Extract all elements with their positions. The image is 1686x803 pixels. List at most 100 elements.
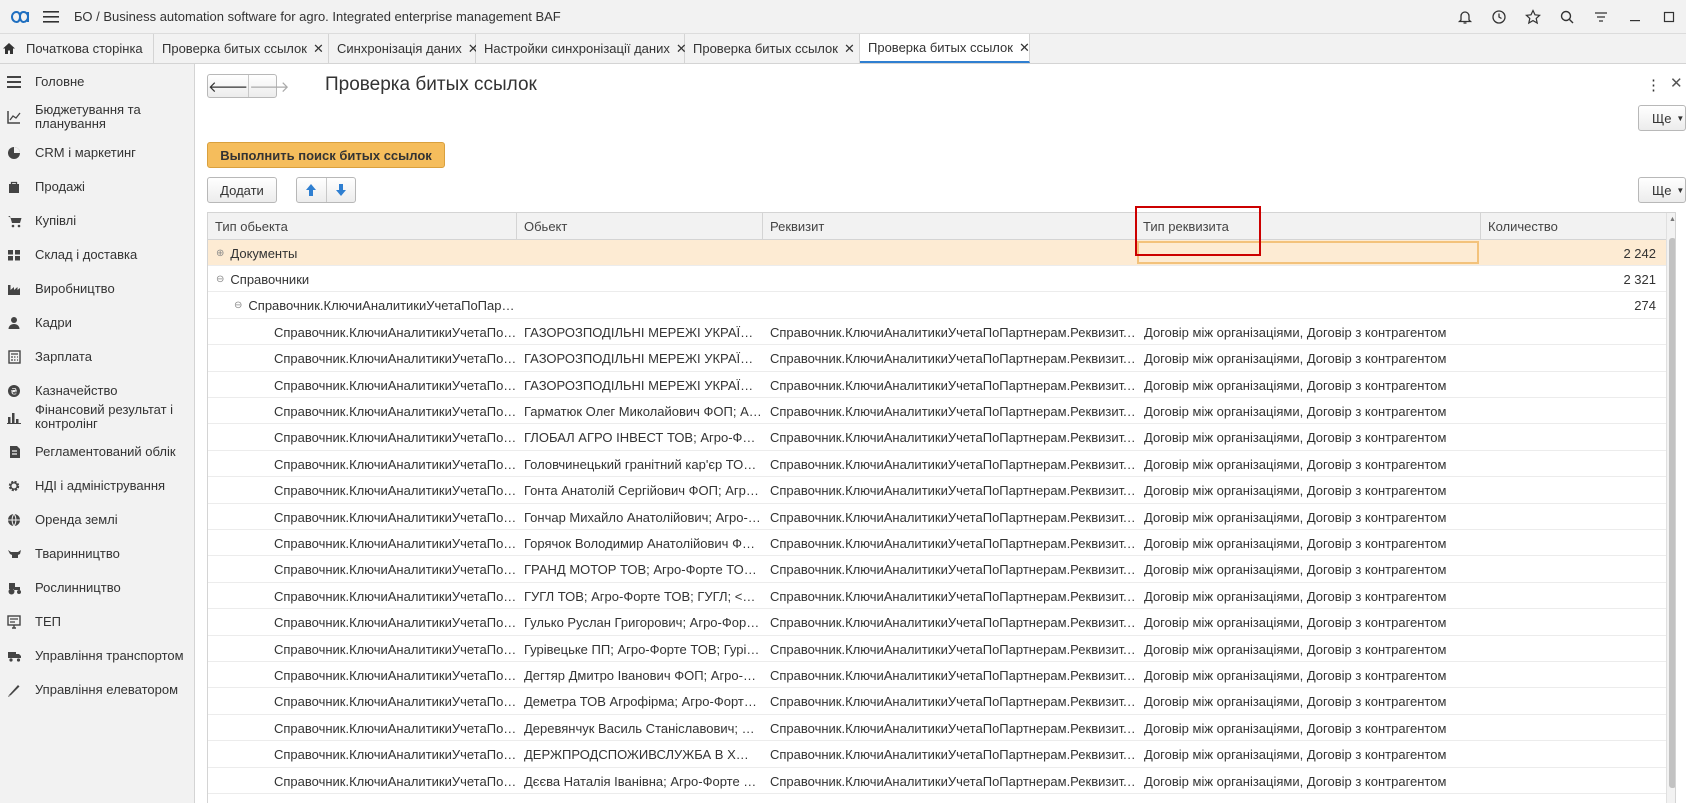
- tab-broken-links-active[interactable]: Проверка битых ссылок ✕: [860, 34, 1030, 63]
- table-row[interactable]: Справочник.КлючиАналитикиУчетаПо… Деметра…: [208, 689, 1666, 715]
- factory-icon: [0, 282, 28, 296]
- table-row[interactable]: Справочник.КлючиАналитикиУчетаПо… Гурівец…: [208, 636, 1666, 662]
- count-cell: 2 242: [1623, 245, 1656, 261]
- tab-broken-links-2[interactable]: Проверка битых ссылок ✕: [685, 34, 860, 63]
- bell-icon[interactable]: [1448, 0, 1482, 34]
- tab-data-sync[interactable]: Синхронізація даних ✕: [329, 34, 479, 63]
- sidebar-item-tep[interactable]: ТЕП: [0, 609, 195, 635]
- run-search-button[interactable]: Выполнить поиск битых ссылок: [207, 142, 445, 168]
- table-row[interactable]: Справочник.КлючиАналитикиУчетаПо… Гончар …: [208, 504, 1666, 530]
- more-label: Ще: [1652, 110, 1672, 126]
- caret-down-icon: ▼: [1676, 185, 1685, 195]
- collapse-icon[interactable]: ⊖: [216, 274, 224, 285]
- sidebar-item-warehouse[interactable]: Склад і доставка: [0, 242, 195, 268]
- sidebar-item-budgeting[interactable]: Бюджетування та планування: [0, 100, 195, 134]
- collapse-icon[interactable]: ⊖: [234, 300, 242, 311]
- tab-broken-links-1[interactable]: Проверка битых ссылок ✕: [154, 34, 329, 63]
- sidebar-item-sales[interactable]: Продажі: [0, 174, 195, 200]
- sidebar-item-main[interactable]: Головне: [0, 69, 195, 95]
- forward-arrow-icon[interactable]: 🡒: [249, 75, 289, 97]
- table-row[interactable]: Справочник.КлючиАналитикиУчетаПо… Горячок…: [208, 530, 1666, 557]
- table-cell: ⊕ Документы: [216, 240, 763, 266]
- maximize-icon[interactable]: [1652, 0, 1686, 34]
- close-icon[interactable]: ✕: [844, 41, 855, 57]
- sidebar-item-crop[interactable]: Рослинництво: [0, 575, 195, 601]
- table-row[interactable]: Справочник.КлючиАналитикиУчетаПо… Дегтяр …: [208, 662, 1666, 689]
- tab-home[interactable]: Початкова сторінка: [0, 34, 154, 63]
- sidebar-item-regulated-accounting[interactable]: Регламентований облік: [0, 439, 195, 465]
- pie-icon: [0, 146, 28, 160]
- table-group-row[interactable]: ⊕ Документы 2 242: [208, 240, 1666, 266]
- sidebar-item-financial-result[interactable]: Фінансовий результат і контролінг: [0, 400, 195, 434]
- sidebar-item-transport[interactable]: Управління транспортом: [0, 643, 195, 669]
- table-row[interactable]: Справочник.КлючиАналитикиУчетаПо… ГЛОБАЛ …: [208, 425, 1666, 451]
- table-row[interactable]: Справочник.КлючиАналитикиУчетаПо… Гарматю…: [208, 398, 1666, 425]
- more-button-top[interactable]: Ще ▼: [1638, 105, 1686, 131]
- object-type-cell: Справочник.КлючиАналитикиУчетаПо…: [274, 615, 517, 631]
- table-row[interactable]: Справочник.КлючиАналитикиУчетаПо… ГУГЛ ТО…: [208, 583, 1666, 610]
- move-down-icon[interactable]: [327, 178, 356, 202]
- attribute-type-cell: Договір між організаціями, Договір з кон…: [1144, 535, 1447, 551]
- move-up-icon[interactable]: [297, 178, 327, 202]
- scrollbar-thumb[interactable]: [1669, 238, 1675, 788]
- table-row[interactable]: Справочник.КлючиАналитикиУчетаПо… ГАЗОРОЗ…: [208, 372, 1666, 398]
- sidebar-item-crm[interactable]: CRM і маркетинг: [0, 140, 195, 166]
- sidebar-item-hr[interactable]: Кадри: [0, 310, 195, 336]
- column-header[interactable]: Обьект: [517, 213, 763, 240]
- home-icon: [2, 42, 16, 55]
- sidebar-item-land-lease[interactable]: Оренда землі: [0, 507, 195, 533]
- move-buttons: [296, 177, 356, 203]
- back-arrow-icon[interactable]: 🡐: [208, 75, 250, 97]
- table-row[interactable]: Справочник.КлючиАналитикиУчетаПо… ГРАНД М…: [208, 557, 1666, 583]
- table-row[interactable]: Справочник.КлючиАналитикиУчетаПо… Дєєва Н…: [208, 768, 1666, 794]
- more-button-table[interactable]: Ще ▼: [1638, 177, 1686, 203]
- sidebar-item-admin[interactable]: НДІ і адміністрування: [0, 473, 195, 499]
- minimize-icon[interactable]: [1618, 0, 1652, 34]
- sidebar-item-production[interactable]: Виробництво: [0, 276, 195, 302]
- attribute-cell: Справочник.КлючиАналитикиУчетаПоПартнера…: [770, 351, 1136, 367]
- table-group-row[interactable]: ⊖ Справочники 2 321: [208, 266, 1666, 293]
- column-header[interactable]: Количество: [1481, 213, 1666, 240]
- sidebar-item-payroll[interactable]: Зарплата: [0, 344, 195, 370]
- tab-sync-settings[interactable]: Настройки синхронізації даних ✕: [476, 34, 687, 63]
- add-button[interactable]: Додати: [207, 177, 277, 203]
- attribute-type-cell: Договір між організаціями, Договір з кон…: [1144, 456, 1447, 472]
- table-row[interactable]: Справочник.КлючиАналитикиУчетаПо… ГАЗОРОЗ…: [208, 319, 1666, 346]
- table-row[interactable]: Справочник.КлючиАналитикиУчетаПо… ГАЗОРОЗ…: [208, 346, 1666, 372]
- object-cell: ГРАНД МОТОР ТОВ; Агро-Форте ТО…: [524, 562, 757, 578]
- sidebar-item-livestock[interactable]: Тваринництво: [0, 541, 195, 567]
- object-type-cell: Справочник.КлючиАналитикиУчетаПо…: [274, 509, 517, 525]
- vertical-scrollbar[interactable]: ▲: [1666, 213, 1675, 803]
- sidebar-item-elevator[interactable]: Управління елеватором: [0, 677, 195, 703]
- table-row[interactable]: Справочник.КлючиАналитикиУчетаПо… ДЕРЖПРО…: [208, 742, 1666, 768]
- attribute-cell: Справочник.КлючиАналитикиУчетаПоПартнера…: [770, 747, 1136, 763]
- gear-icon: [0, 479, 28, 493]
- hamburger-menu-icon[interactable]: [38, 0, 64, 34]
- column-header[interactable]: Тип обьекта: [208, 213, 517, 240]
- table-row[interactable]: Справочник.КлючиАналитикиУчетаПо… Гонта А…: [208, 478, 1666, 504]
- scroll-up-icon[interactable]: ▲: [1669, 216, 1675, 223]
- table-group-row[interactable]: ⊖ Справочник.КлючиАналитикиУчетаПоПар… 274: [208, 293, 1666, 319]
- app-logo-icon[interactable]: [2, 0, 38, 34]
- column-header[interactable]: Реквизит: [763, 213, 1136, 240]
- table-row[interactable]: Справочник.КлючиАналитикиУчетаПо… Гулько …: [208, 610, 1666, 636]
- sidebar-item-purchases[interactable]: Купівлі: [0, 208, 195, 234]
- close-icon[interactable]: ✕: [1019, 40, 1030, 56]
- page-title: Проверка битых ссылок: [325, 74, 537, 95]
- expand-icon[interactable]: ⊕: [216, 248, 224, 259]
- attribute-type-cell: Договір між організаціями, Договір з кон…: [1144, 773, 1447, 789]
- star-icon[interactable]: [1516, 0, 1550, 34]
- coin-icon: ₴: [0, 384, 28, 398]
- close-icon[interactable]: ✕: [313, 41, 324, 57]
- highlight-annotation: [1135, 206, 1261, 256]
- attribute-type-cell: Договір між організаціями, Договір з кон…: [1144, 694, 1447, 710]
- attribute-cell: Справочник.КлючиАналитикиУчетаПоПартнера…: [770, 773, 1136, 789]
- table-row[interactable]: Справочник.КлючиАналитикиУчетаПо… Головчи…: [208, 451, 1666, 478]
- close-icon[interactable]: ✕: [1670, 74, 1683, 92]
- history-icon[interactable]: [1482, 0, 1516, 34]
- search-icon[interactable]: [1550, 0, 1584, 34]
- table-row[interactable]: Справочник.КлючиАналитикиУчетаПо… Деревян…: [208, 715, 1666, 742]
- more-vertical-icon[interactable]: ⋮: [1646, 76, 1661, 94]
- object-type-cell: Справочник.КлючиАналитикиУчетаПо…: [274, 667, 517, 683]
- settings-lines-icon[interactable]: [1584, 0, 1618, 34]
